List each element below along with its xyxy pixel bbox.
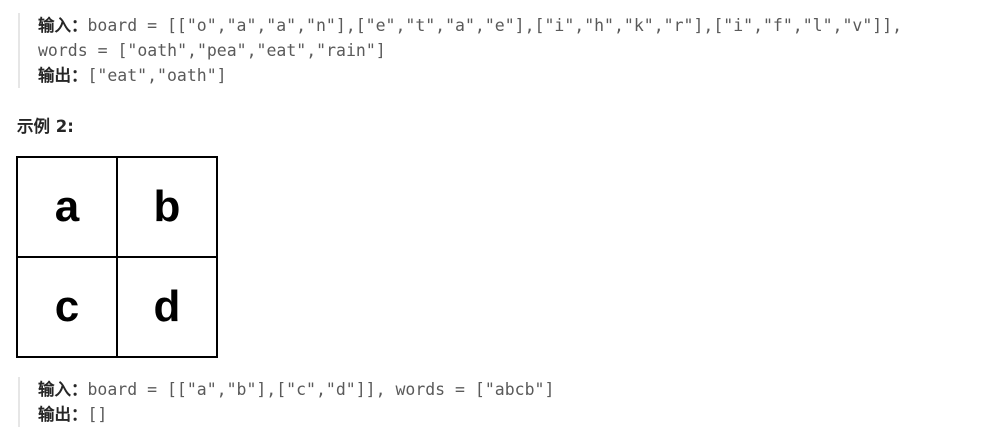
example-2-output-line: 输出：[] — [38, 402, 554, 427]
example-2-code-block: 输入：board = [["a","b"],["c","d"]], words … — [18, 377, 554, 427]
output-value: [] — [87, 405, 108, 424]
output-label: 输出： — [38, 66, 88, 85]
example-1-code-block: 输入：board = [["o","a","a","n"],["e","t","… — [18, 13, 902, 88]
example-1-input-line: 输入：board = [["o","a","a","n"],["e","t","… — [38, 13, 902, 38]
example-1-output-line: 输出：["eat","oath"] — [38, 63, 902, 88]
board-cell: d — [118, 258, 218, 358]
input-label: 输入： — [38, 16, 88, 35]
board-cell: a — [18, 158, 118, 258]
board-cell: c — [18, 258, 118, 358]
board-grid-illustration: a b c d — [16, 156, 218, 358]
example-1-words-line: words = ["oath","pea","eat","rain"] — [38, 41, 386, 60]
example-2-input-line: 输入：board = [["a","b"],["c","d"]], words … — [38, 377, 554, 402]
input-value: board = [["a","b"],["c","d"]], words = [… — [87, 380, 555, 399]
input-label: 输入： — [38, 380, 88, 399]
board-cell: b — [118, 158, 218, 258]
output-value: ["eat","oath"] — [87, 66, 227, 85]
example-2-title: 示例 2: — [17, 117, 74, 136]
input-board-value: board = [["o","a","a","n"],["e","t","a",… — [87, 16, 903, 35]
output-label: 输出： — [38, 405, 88, 424]
